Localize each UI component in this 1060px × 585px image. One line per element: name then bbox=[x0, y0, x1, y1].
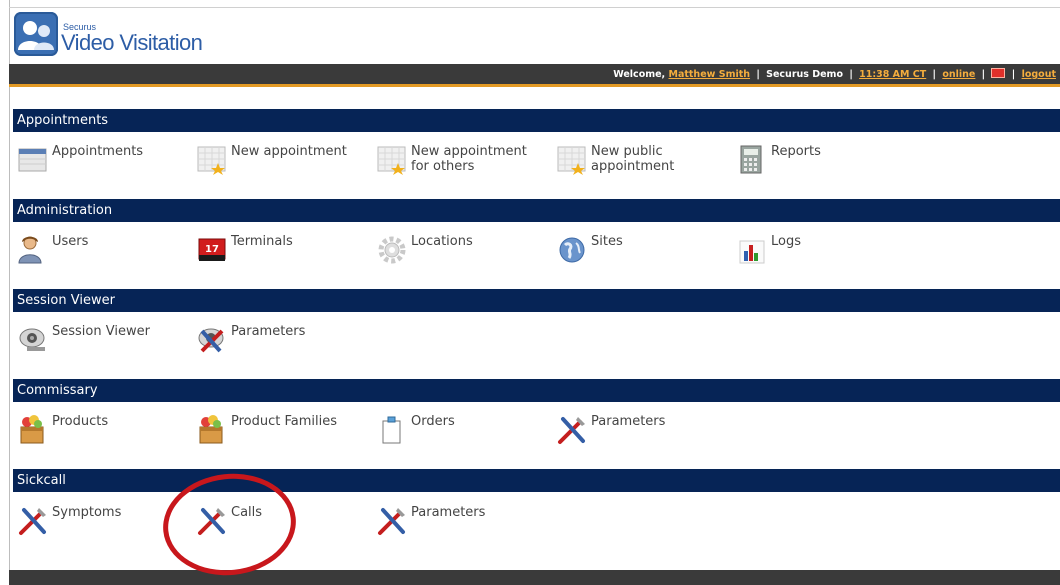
menu-item-session-viewer[interactable]: Session Viewer bbox=[17, 323, 150, 355]
separator: | bbox=[981, 69, 986, 80]
menu-item-product-families[interactable]: Product Families bbox=[196, 413, 337, 445]
package-icon bbox=[17, 413, 49, 445]
new-calendar-star-icon bbox=[556, 143, 588, 175]
menu-item-label: Session Viewer bbox=[52, 324, 150, 339]
menu-item-label: Logs bbox=[771, 234, 801, 249]
menu-item-label: Parameters bbox=[411, 505, 486, 520]
new-calendar-star-icon bbox=[376, 143, 408, 175]
top-bar: Welcome, Matthew Smith | Securus Demo | … bbox=[9, 64, 1060, 87]
terminal-calendar-icon: 17 bbox=[196, 233, 228, 265]
separator: | bbox=[1011, 69, 1016, 80]
calculator-icon bbox=[736, 143, 768, 175]
package-icon bbox=[196, 413, 228, 445]
bar-chart-icon bbox=[736, 233, 768, 265]
menu-item-label: New public appointment bbox=[591, 144, 675, 174]
new-calendar-star-icon bbox=[196, 143, 228, 175]
menu-item-label: Reports bbox=[771, 144, 821, 159]
logout-link[interactable]: logout bbox=[1022, 69, 1056, 80]
menu-item-label: Symptoms bbox=[52, 505, 122, 520]
window-top-border bbox=[9, 7, 1060, 8]
menu-item-commissary-parameters[interactable]: Parameters bbox=[556, 413, 665, 445]
calendar-icon bbox=[17, 143, 49, 175]
brand-title: Video Visitation bbox=[61, 30, 203, 55]
menu-item-label: Sites bbox=[591, 234, 623, 249]
separator: | bbox=[756, 69, 760, 80]
bottom-bar bbox=[9, 570, 1060, 585]
webcam-tools-icon bbox=[196, 323, 228, 355]
menu-item-label: Users bbox=[52, 234, 89, 249]
menu-item-reports[interactable]: Reports bbox=[736, 143, 821, 175]
user-info: Welcome, Matthew Smith | Securus Demo | … bbox=[613, 68, 1056, 80]
separator: | bbox=[932, 69, 937, 80]
menu-item-session-parameters[interactable]: Parameters bbox=[196, 323, 305, 355]
menu-item-new-public-appointment[interactable]: New public appointment bbox=[556, 143, 674, 175]
tools-icon bbox=[556, 413, 588, 445]
time-link[interactable]: 11:38 AM CT bbox=[859, 69, 926, 80]
menu-item-logs[interactable]: Logs bbox=[736, 233, 801, 265]
section-header-sickcall: Sickcall bbox=[13, 469, 1060, 492]
gear-icon bbox=[376, 233, 408, 265]
webcam-icon bbox=[17, 323, 49, 355]
menu-item-label: Orders bbox=[411, 414, 455, 429]
menu-item-label: New appointment for others bbox=[411, 144, 527, 174]
menu-item-label: Locations bbox=[411, 234, 473, 249]
close-video-icon[interactable] bbox=[991, 68, 1006, 78]
menu-item-appointments[interactable]: Appointments bbox=[17, 143, 143, 175]
tools-icon bbox=[196, 504, 228, 536]
menu-item-label: Parameters bbox=[591, 414, 666, 429]
menu-item-sites[interactable]: Sites bbox=[556, 233, 623, 265]
menu-item-products[interactable]: Products bbox=[17, 413, 108, 445]
tools-icon bbox=[17, 504, 49, 536]
menu-item-terminals[interactable]: 17 Terminals bbox=[196, 233, 293, 265]
menu-item-new-appointment-others[interactable]: New appointment for others bbox=[376, 143, 527, 175]
user-icon bbox=[17, 233, 49, 265]
terminal-badge-text: 17 bbox=[205, 244, 219, 255]
section-header-session-viewer: Session Viewer bbox=[13, 289, 1060, 312]
section-header-appointments: Appointments bbox=[13, 109, 1060, 132]
clipboard-icon bbox=[376, 413, 408, 445]
separator: | bbox=[849, 69, 853, 80]
menu-item-label: Product Families bbox=[231, 414, 338, 429]
menu-item-label: Appointments bbox=[52, 144, 144, 159]
welcome-text: Welcome, bbox=[613, 69, 669, 80]
menu-item-sickcall-parameters[interactable]: Parameters bbox=[376, 504, 485, 536]
window-left-border bbox=[0, 0, 10, 585]
menu-item-label: Products bbox=[52, 414, 109, 429]
menu-item-new-appointment[interactable]: New appointment bbox=[196, 143, 347, 175]
user-name-link[interactable]: Matthew Smith bbox=[668, 69, 750, 80]
people-logo-icon bbox=[14, 12, 58, 56]
menu-item-locations[interactable]: Locations bbox=[376, 233, 473, 265]
menu-item-calls[interactable]: Calls bbox=[196, 504, 262, 536]
org-name: Securus Demo bbox=[766, 69, 843, 80]
menu-item-users[interactable]: Users bbox=[17, 233, 88, 265]
menu-item-label: New appointment bbox=[231, 144, 347, 159]
menu-item-label: Calls bbox=[231, 505, 263, 520]
menu-item-symptoms[interactable]: Symptoms bbox=[17, 504, 121, 536]
app-logo[interactable]: Securus Video Visitation bbox=[14, 12, 203, 62]
menu-item-label: Parameters bbox=[231, 324, 306, 339]
globe-icon bbox=[556, 233, 588, 265]
tools-icon bbox=[376, 504, 408, 536]
status-link[interactable]: online bbox=[942, 69, 975, 80]
menu-item-label: Terminals bbox=[231, 234, 293, 249]
menu-item-orders[interactable]: Orders bbox=[376, 413, 455, 445]
section-header-commissary: Commissary bbox=[13, 379, 1060, 402]
section-header-administration: Administration bbox=[13, 199, 1060, 222]
